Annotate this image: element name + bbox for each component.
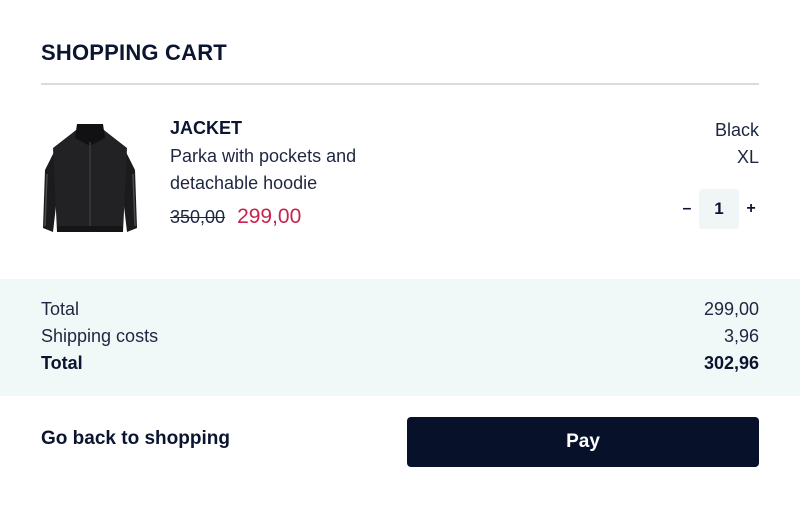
shipping-value: 3,96 [723, 326, 759, 346]
total-value: 302,96 [703, 353, 759, 373]
title-divider [41, 83, 759, 85]
decrease-quantity-button[interactable]: – [679, 200, 695, 218]
price-row: 350,00 299,00 [170, 205, 430, 229]
product-variant: Black XL [715, 117, 759, 171]
original-price: 350,00 [170, 207, 226, 227]
product-info: JACKET Parka with pockets and detachable… [170, 117, 430, 229]
quantity-stepper: – 1 + [679, 189, 759, 229]
product-color: Black [714, 120, 759, 140]
subtotal-label: Total [41, 299, 80, 319]
shopping-cart-page: SHOPPING CART JACKET Parka with pockets … [0, 0, 800, 506]
pay-button-label: Pay [566, 431, 600, 452]
shipping-row: Shipping costs 3,96 [41, 323, 759, 350]
subtotal-row: Total 299,00 [41, 296, 759, 323]
product-description-line: Parka with pockets and [170, 146, 357, 166]
total-label: Total [41, 353, 83, 373]
page-title: SHOPPING CART [41, 40, 227, 65]
shipping-label: Shipping costs [41, 326, 159, 346]
order-summary: Total 299,00 Shipping costs 3,96 Total 3… [0, 279, 800, 396]
product-description: Parka with pockets and detachable hoodie [170, 143, 430, 197]
product-name: JACKET [170, 118, 243, 138]
sale-price: 299,00 [237, 205, 302, 228]
back-to-shopping-link[interactable]: Go back to shopping [41, 428, 230, 450]
increase-quantity-button[interactable]: + [743, 200, 759, 218]
subtotal-value: 299,00 [703, 299, 759, 319]
product-image [41, 120, 139, 240]
product-size: XL [736, 147, 759, 167]
total-row: Total 302,96 [41, 350, 759, 377]
pay-button[interactable]: Pay [407, 417, 759, 467]
jacket-icon [43, 124, 137, 232]
quantity-value[interactable]: 1 [699, 189, 739, 229]
product-description-line: detachable hoodie [170, 173, 318, 193]
